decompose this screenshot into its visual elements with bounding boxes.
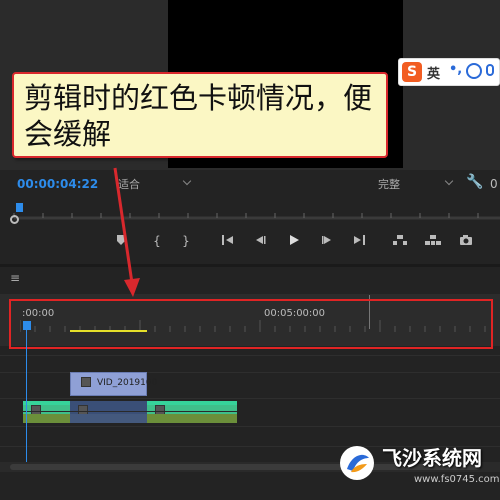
export-frame-icon[interactable] [458, 234, 474, 250]
playhead-timecode[interactable]: 00:00:04:22 [17, 177, 98, 191]
audio-clip[interactable] [23, 401, 70, 423]
monitor-partial-value: 0 [490, 177, 498, 191]
zoom-fit-dropdown[interactable]: 适合 [118, 176, 192, 191]
watermark-url: www.fs0745.com [414, 474, 500, 485]
video-clip-label: VID_2019100 [97, 378, 158, 388]
watermark-title: 飞沙系统网 [382, 446, 482, 470]
play-icon[interactable] [287, 234, 301, 250]
go-to-out-icon[interactable] [351, 234, 367, 250]
extract-icon[interactable] [424, 234, 442, 250]
wrench-icon[interactable]: 🔧 [466, 174, 483, 190]
lift-icon[interactable] [392, 234, 408, 250]
chevron-down-icon [444, 176, 454, 186]
in-point-icon[interactable]: { [152, 234, 162, 250]
clip-separator [23, 411, 237, 412]
playback-resolution-dropdown[interactable]: 完整 [378, 176, 454, 191]
mic-icon[interactable] [486, 64, 494, 76]
audio-clip[interactable] [147, 401, 237, 423]
video-clip[interactable]: VID_2019100 [70, 372, 157, 396]
go-to-in-icon[interactable] [220, 234, 236, 250]
emoji-icon[interactable] [466, 63, 482, 79]
step-back-icon[interactable] [253, 234, 267, 250]
track-divider [0, 355, 500, 356]
audio-waveform [23, 414, 70, 423]
ime-toolbar[interactable]: S 英 •, [398, 58, 500, 86]
audio-clip[interactable] [70, 401, 147, 423]
chevron-down-icon [182, 176, 192, 186]
fx-badge-icon [81, 377, 91, 387]
annotation-callout: 剪辑时的红色卡顿情况，便会缓解 [12, 72, 388, 158]
audio-waveform [147, 414, 237, 423]
marker-icon[interactable] [115, 234, 127, 250]
audio-waveform [70, 414, 147, 423]
callout-text: 剪辑时的红色卡顿情况，便会缓解 [24, 81, 373, 151]
step-forward-icon[interactable] [320, 234, 334, 250]
watermark-logo-icon [340, 446, 374, 480]
playback-resolution-value: 完整 [378, 178, 400, 191]
monitor-zoom-handle[interactable] [10, 215, 19, 224]
site-watermark: 飞沙系统网 www.fs0745.com [332, 436, 500, 500]
zoom-fit-value: 适合 [118, 178, 140, 191]
highlight-frame [9, 299, 493, 349]
track-divider [0, 426, 500, 427]
playhead-line [26, 330, 27, 464]
panel-menu-icon[interactable]: ≡ [10, 271, 20, 285]
timeline-playhead[interactable] [23, 321, 31, 330]
monitor-time-ruler[interactable] [0, 198, 500, 228]
ime-language-toggle[interactable]: 英 [427, 63, 440, 82]
sogou-logo-icon[interactable]: S [402, 62, 422, 82]
track-divider [0, 398, 500, 399]
monitor-playhead[interactable] [16, 203, 23, 212]
out-point-icon[interactable]: } [181, 234, 191, 250]
ime-punctuation-toggle[interactable]: •, [449, 62, 462, 77]
